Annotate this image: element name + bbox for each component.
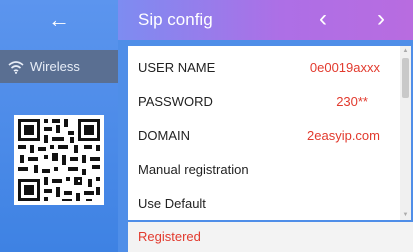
registration-status: Registered	[138, 229, 201, 244]
scroll-thumb[interactable]	[402, 58, 409, 98]
field-value: 230**	[336, 93, 368, 109]
header-bar: Sip config ‹ ›	[118, 0, 413, 40]
page-title: Sip config	[138, 10, 213, 29]
field-value: 0e0019axxx	[309, 59, 380, 75]
field-label: DOMAIN	[138, 127, 190, 143]
qr-code-icon	[14, 115, 104, 205]
list-item-domain[interactable]: DOMAIN 2easyip.com	[128, 118, 400, 152]
sidebar-item-wireless[interactable]: Wireless	[0, 50, 118, 83]
list-item-use-default[interactable]: Use Default	[128, 186, 400, 220]
list-item-manual-registration[interactable]: Manual registration	[128, 152, 400, 186]
field-value: 2easyip.com	[307, 127, 380, 143]
arrow-left-icon: ←	[48, 7, 70, 32]
scrollbar[interactable]: ▲ ▼	[400, 46, 411, 220]
list-item-password[interactable]: PASSWORD 230**	[128, 84, 400, 118]
field-label: USER NAME	[138, 59, 216, 75]
field-label: Manual registration	[138, 161, 249, 177]
sidebar: ← Wireless	[0, 0, 118, 252]
field-label: Use Default	[138, 195, 206, 211]
chevron-left-icon[interactable]: ‹	[308, 0, 338, 40]
sidebar-item-label: Wireless	[30, 59, 80, 74]
list-item-user-name[interactable]: USER NAME 0e0019axxx	[128, 50, 400, 84]
wifi-icon	[8, 60, 24, 74]
chevron-right-icon[interactable]: ›	[366, 0, 396, 40]
field-label: PASSWORD	[138, 93, 213, 109]
status-bar: Registered	[128, 222, 413, 252]
scroll-up-icon[interactable]: ▲	[400, 46, 411, 56]
scroll-down-icon[interactable]: ▼	[400, 210, 411, 220]
back-button[interactable]: ←	[0, 0, 118, 40]
settings-list: USER NAME 0e0019axxx PASSWORD 230** DOMA…	[128, 46, 400, 220]
